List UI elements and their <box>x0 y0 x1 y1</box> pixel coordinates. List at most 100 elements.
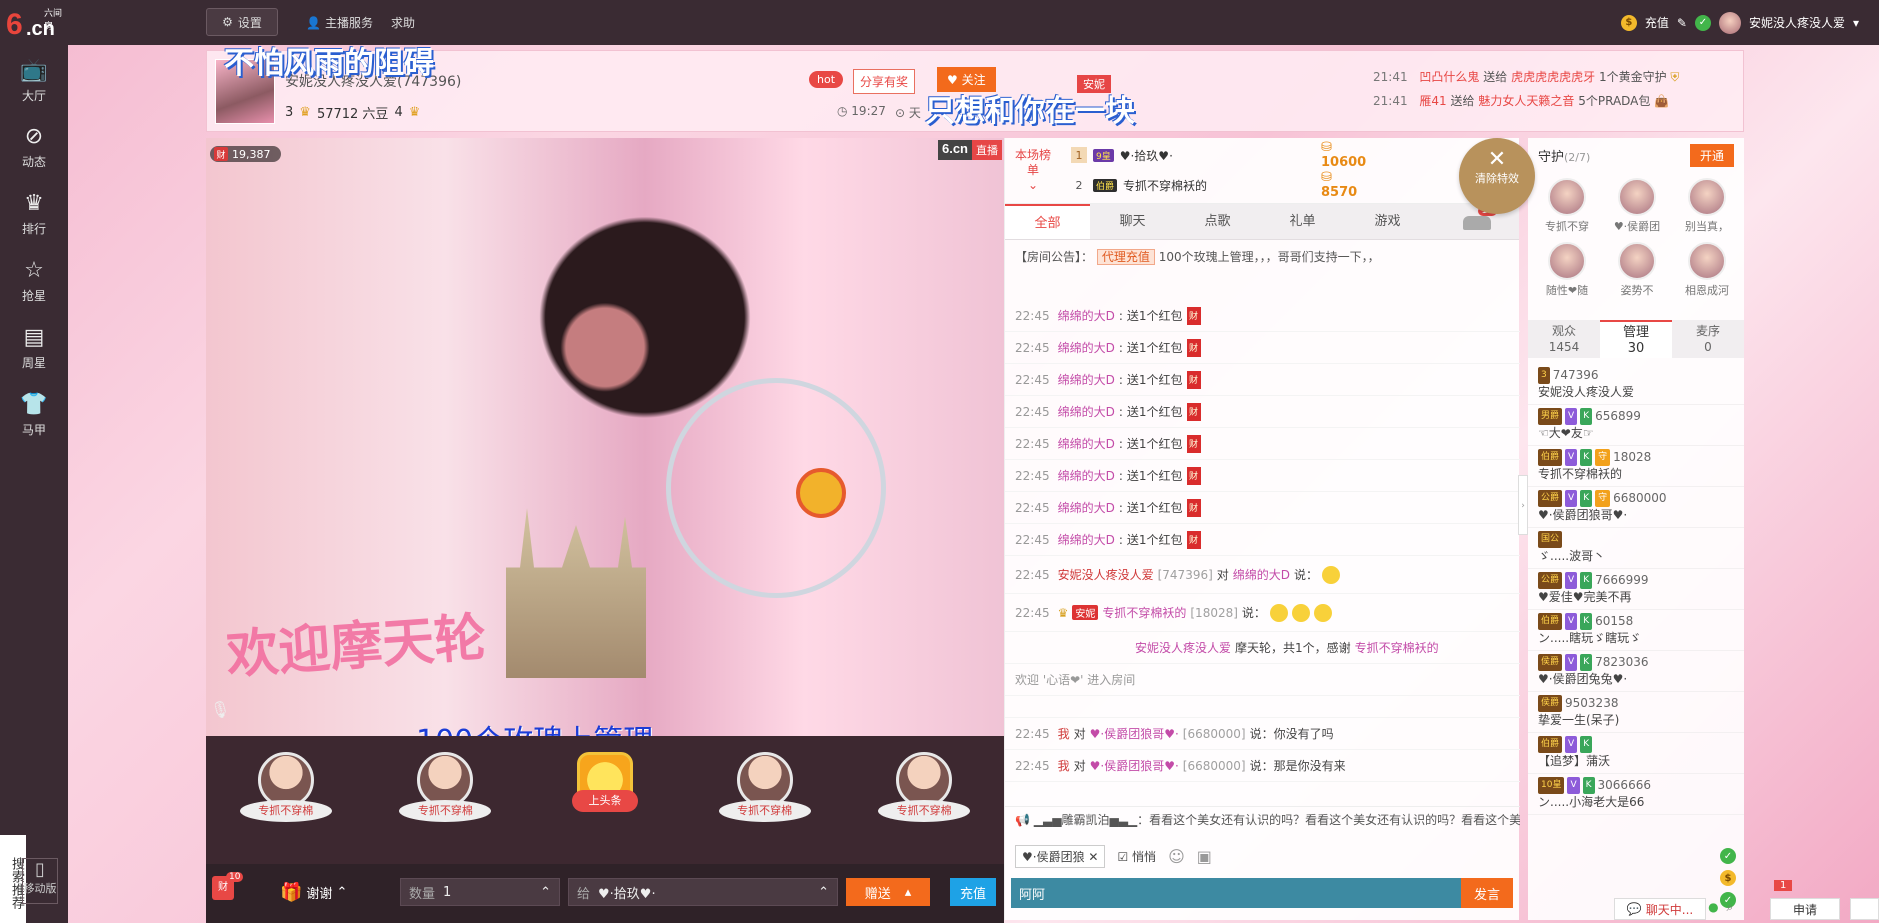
quantity-field[interactable]: 数量 1 ⌃ <box>400 878 560 906</box>
tab-song-request[interactable]: 点歌 <box>1175 204 1260 239</box>
msg-user[interactable]: 绵绵的大D <box>1058 403 1115 420</box>
sidebar-item-lobby[interactable]: 📺 大厅 <box>0 51 68 111</box>
red-packet-icon[interactable]: 财 <box>1186 370 1201 389</box>
tab-games[interactable]: 游戏 <box>1345 204 1430 239</box>
user-list-item[interactable]: 侯爵 9503238 挚爱一生(呆子) <box>1528 692 1744 733</box>
site-logo[interactable]: 6 .cn 六间房 <box>6 6 68 41</box>
red-packet-icon[interactable]: 财 <box>1186 402 1201 421</box>
sidebar-item-feed[interactable]: ⊘ 动态 <box>0 117 68 177</box>
image-icon[interactable]: ▣ <box>1197 847 1212 866</box>
help-link[interactable]: 求助 <box>391 14 415 31</box>
guard-item[interactable]: ♥·侯爵团 <box>1602 178 1672 234</box>
tab-gift-list[interactable]: 礼单 <box>1260 204 1345 239</box>
guard-item[interactable]: 相恩成河 <box>1672 242 1742 298</box>
red-packet-icon[interactable]: 财 <box>1186 306 1201 325</box>
tab-chat[interactable]: 聊天 <box>1090 204 1175 239</box>
rank-row[interactable]: 1 9皇 ♥·拾玖♥· ⛁ 10600 <box>1071 140 1371 170</box>
user-list-item[interactable]: 侯爵 V K 7823036 ♥·侯爵团兔兔♥· <box>1528 651 1744 692</box>
thanks-gift-selector[interactable]: 🎁 谢谢 ⌃ <box>280 882 347 903</box>
give-gift-button[interactable]: 赠送 ▴ <box>846 878 930 906</box>
user-list-item[interactable]: 伯爵 V K 60158 ン.....瞎玩ゞ瞎玩ゞ <box>1528 610 1744 651</box>
feed-user[interactable]: 雁41 <box>1419 94 1446 108</box>
coin-icon[interactable]: $ <box>1720 870 1736 886</box>
close-icon[interactable]: ✕ <box>1088 850 1098 864</box>
check-circle-icon[interactable]: ● <box>1708 900 1718 915</box>
msg-user[interactable]: 绵绵的大D <box>1058 371 1115 388</box>
open-guard-button[interactable]: 开通 <box>1689 143 1734 167</box>
msg-user[interactable]: 绵绵的大D <box>1058 435 1115 452</box>
guard-item[interactable]: 专抓不穿 <box>1532 178 1602 234</box>
user-list-item[interactable]: 男爵 V K 656899 ☜大❤友☞ <box>1528 405 1744 446</box>
emoji-picker-icon[interactable]: ☺ <box>1168 847 1185 866</box>
red-packet-icon[interactable]: 财 <box>1186 466 1201 485</box>
user-list-item[interactable]: 国公 ゞ.....波哥丶 <box>1528 528 1744 569</box>
msg-user[interactable]: 绵绵的大D <box>1058 339 1115 356</box>
msg-user[interactable]: 绵绵的大D <box>1058 499 1115 516</box>
clear-effects-button[interactable]: ✕ 清除特效 <box>1459 138 1535 214</box>
topup-button[interactable]: 充值 <box>950 878 996 906</box>
feed-target[interactable]: 虎虎虎虎虎虎牙 <box>1511 70 1595 84</box>
user-list-item[interactable]: 公爵 V K 守 6680000 ♥·侯爵团狼哥♥· <box>1528 487 1744 528</box>
live-video[interactable]: 财 19,387 6.cn 直播 欢迎摩天轮 100个玫瑰上管理，，，， 🎙 <box>206 138 1004 736</box>
anchor-service-link[interactable]: 👤 主播服务 <box>306 14 373 31</box>
msg-user[interactable]: 绵绵的大D <box>1058 531 1115 548</box>
user-list-item[interactable]: 伯爵 V K 【追梦】蒲沃 <box>1528 733 1744 774</box>
sidebar-item-rank[interactable]: ♛ 排行 <box>0 184 68 244</box>
msg-target[interactable]: ♥·侯爵团狼哥♥· <box>1090 725 1179 742</box>
chat-status-button[interactable]: 💬 聊天中... <box>1614 898 1706 920</box>
microphone-icon[interactable]: 🎙 <box>210 700 230 719</box>
msg-target[interactable]: 专抓不穿棉袄的 <box>1355 639 1439 656</box>
guard-item[interactable]: 随性❤随 <box>1532 242 1602 298</box>
user-list-item[interactable]: 10皇 V K 3066666 ン.....小海老大是66 <box>1528 774 1744 815</box>
gift-slot[interactable]: 专抓不穿棉 <box>718 752 811 848</box>
gift-slot[interactable]: 专抓不穿棉 <box>399 752 492 848</box>
msg-target[interactable]: 绵绵的大D <box>1233 566 1290 583</box>
panel-collapse-handle[interactable]: › <box>1518 475 1528 535</box>
agent-topup-link[interactable]: 代理充值 <box>1096 249 1155 265</box>
msg-user[interactable]: 绵绵的大D <box>1058 307 1115 324</box>
settings-button[interactable]: ⚙ 设置 <box>206 8 278 36</box>
red-packet-icon[interactable]: 财 <box>1186 434 1201 453</box>
caret-up-icon[interactable]: ▴ <box>905 885 912 900</box>
tab-audience[interactable]: 观众 1454 <box>1528 320 1600 358</box>
check-icon[interactable]: ✓ <box>1720 848 1736 864</box>
username[interactable]: 安妮没人疼没人爱 <box>1749 14 1845 31</box>
user-list-item[interactable]: 伯爵 V K 守 18028 专抓不穿棉袄的 <box>1528 446 1744 487</box>
user-list-item[interactable]: 公爵 V K 7666999 ♥爱佳♥完美不再 <box>1528 569 1744 610</box>
expand-toolbar[interactable] <box>1850 898 1879 920</box>
red-packet-icon[interactable]: 财 <box>1186 530 1201 549</box>
msg-user[interactable]: 安妮没人疼没人爱 <box>1058 566 1154 583</box>
recipient-field[interactable]: 给 ♥·拾玖♥· ⌃ <box>568 878 838 906</box>
rank-row[interactable]: 2 伯爵 专抓不穿棉袄的 ⛁ 8570 <box>1071 170 1371 200</box>
tab-all[interactable]: 全部 <box>1005 204 1090 239</box>
guard-item[interactable]: 别当真， <box>1672 178 1742 234</box>
sidebar-item-week-star[interactable]: ▤ 周星 <box>0 318 68 378</box>
chat-input[interactable] <box>1011 878 1461 908</box>
msg-user[interactable]: 绵绵的大D <box>1058 467 1115 484</box>
chat-target-select[interactable]: ♥·侯爵团狼 ✕ <box>1015 844 1106 868</box>
private-checkbox[interactable]: ☑ 悄悄 <box>1117 848 1156 865</box>
feed-user[interactable]: 凹凸什么鬼 <box>1419 70 1479 84</box>
edit-icon[interactable]: ✎ <box>1677 16 1687 30</box>
tab-mic-queue[interactable]: 麦序 0 <box>1672 320 1744 358</box>
apply-button[interactable]: 申请 <box>1770 898 1840 920</box>
red-packet-icon[interactable]: 财 <box>1186 498 1201 517</box>
chevron-down-icon[interactable]: ▾ <box>1853 16 1859 30</box>
guard-item[interactable]: 姿势不 <box>1602 242 1672 298</box>
share-button[interactable]: 分享有奖 <box>853 69 916 94</box>
headline-button[interactable]: 上头条 <box>559 752 651 848</box>
gift-slot[interactable]: 专抓不穿棉 <box>239 752 332 848</box>
send-message-button[interactable]: 发言 <box>1461 878 1513 908</box>
gift-slot[interactable]: 专抓不穿棉 <box>878 752 971 848</box>
user-avatar[interactable] <box>1718 11 1741 34</box>
car-icon[interactable] <box>1463 216 1491 230</box>
tab-admin[interactable]: 管理 30 <box>1600 320 1672 358</box>
red-packet-icon[interactable]: 财 <box>1186 338 1201 357</box>
search-icon[interactable]: ⌕ <box>1727 900 1734 915</box>
sidebar-item-grab-star[interactable]: ☆ 抢星 <box>0 251 68 311</box>
msg-user[interactable]: 安妮没人疼没人爱 <box>1135 639 1231 656</box>
mobile-version-link[interactable]: ▯ 移动版 <box>22 858 58 904</box>
recharge-link[interactable]: 充值 <box>1645 14 1669 31</box>
rank-board-label[interactable]: 本场榜单 ⌄ <box>1013 148 1053 193</box>
msg-target[interactable]: ♥·侯爵团狼哥♥· <box>1090 757 1179 774</box>
